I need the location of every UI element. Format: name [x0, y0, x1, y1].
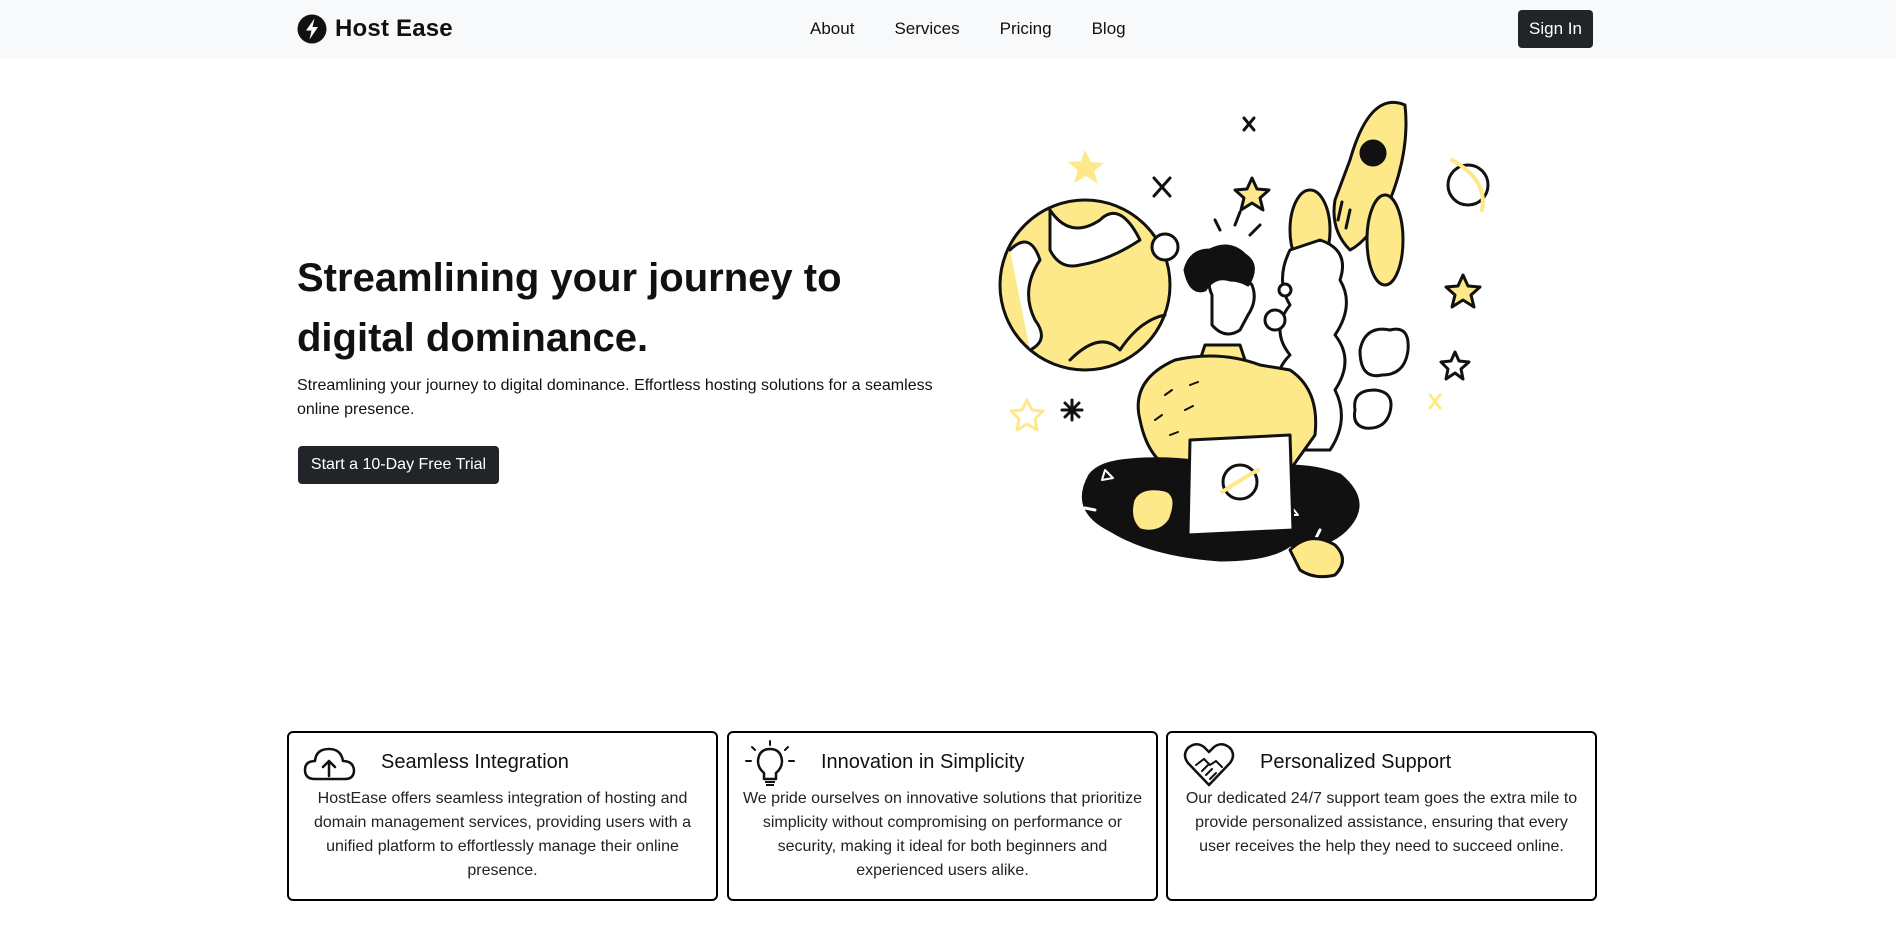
- card-title: Innovation in Simplicity: [821, 751, 1025, 773]
- card-title: Seamless Integration: [381, 751, 569, 773]
- lightning-bolt-icon: [297, 14, 327, 44]
- nav-link-services[interactable]: Services: [894, 17, 959, 41]
- nav-link-pricing[interactable]: Pricing: [1000, 17, 1052, 41]
- brand-name: Host Ease: [335, 15, 453, 42]
- person-with-laptop-and-rocket-illustration: [998, 100, 1490, 579]
- card-title: Personalized Support: [1260, 751, 1452, 773]
- nav-links: About Services Pricing Blog: [810, 17, 1166, 41]
- nav-link-blog[interactable]: Blog: [1092, 17, 1126, 41]
- card-text: We pride ourselves on innovative solutio…: [742, 790, 1143, 879]
- card-text: Our dedicated 24/7 support team goes the…: [1185, 790, 1578, 855]
- card-text: HostEase offers seamless integration of …: [313, 790, 692, 879]
- feature-card-innovation-in-simplicity: Innovation in Simplicity We pride oursel…: [727, 731, 1158, 901]
- handshake-heart-icon: [1183, 743, 1235, 787]
- feature-card-seamless-integration: Seamless Integration HostEase offers sea…: [287, 731, 718, 901]
- nav-link-about[interactable]: About: [810, 17, 854, 41]
- brand-logo-link[interactable]: Host Ease: [297, 12, 453, 46]
- sign-in-button[interactable]: Sign In: [1518, 10, 1593, 48]
- free-trial-button[interactable]: Start a 10-Day Free Trial: [298, 446, 499, 484]
- hero-subtitle: Streamlining your journey to digital dom…: [297, 377, 933, 418]
- lightbulb-icon: [745, 740, 795, 786]
- navbar: Host Ease About Services Pricing Blog Si…: [0, 0, 1896, 59]
- feature-card-personalized-support: Personalized Support Our dedicated 24/7 …: [1166, 731, 1597, 901]
- hero-title: Streamlining your journey to digital dom…: [297, 256, 842, 360]
- cloud-upload-icon: [303, 747, 356, 781]
